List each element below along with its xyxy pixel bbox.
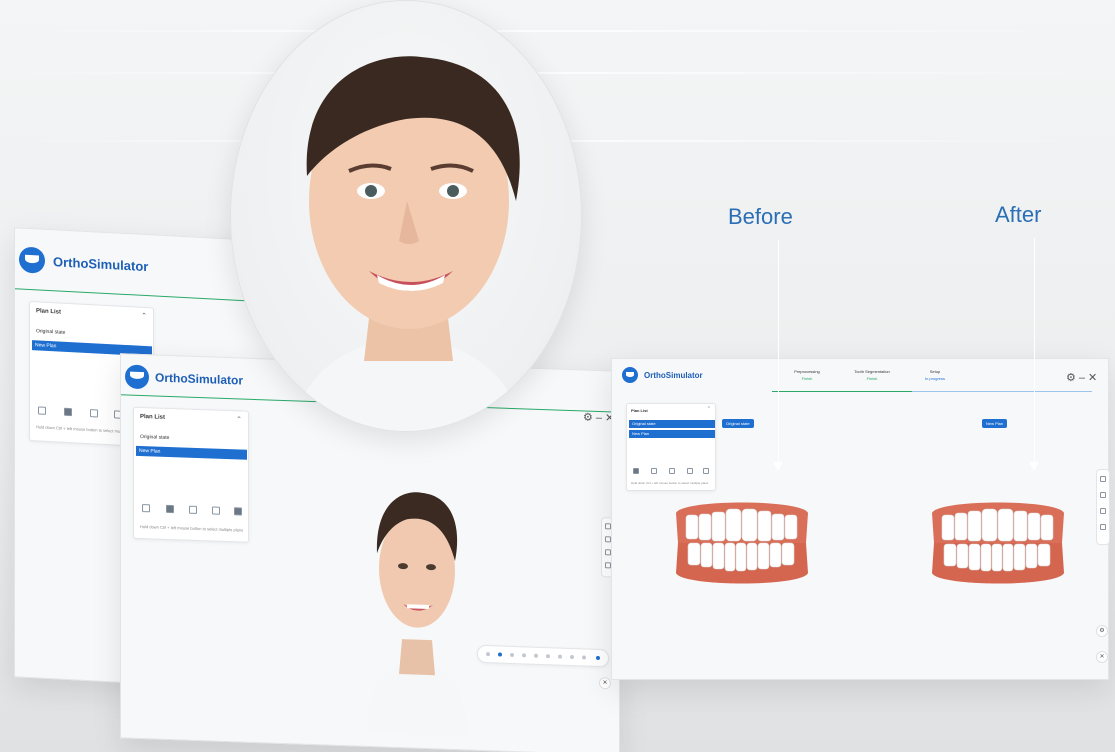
chevron-up-icon[interactable]: ⌃ xyxy=(141,312,147,320)
close-icon[interactable]: ✕ xyxy=(1096,651,1108,663)
app-title: OrthoSimulator xyxy=(155,370,244,388)
plan-list-panel: Plan List ⌃ Original state New Plan Hold… xyxy=(626,403,716,491)
step-tooth-segmentation[interactable]: Tooth Segmentation Finish xyxy=(842,369,902,381)
app-logo-icon xyxy=(622,367,638,383)
light-streak xyxy=(0,72,1115,74)
view-toolbar xyxy=(477,644,609,668)
view-button[interactable] xyxy=(558,654,562,659)
after-label: After xyxy=(995,202,1042,227)
before-arrow-head xyxy=(773,462,783,471)
grid-icon[interactable] xyxy=(1100,508,1106,514)
step-preprocessing[interactable]: Preprocessing Finish xyxy=(782,369,832,381)
app-logo-icon xyxy=(125,364,149,390)
tool-icon[interactable] xyxy=(687,468,693,474)
view-button[interactable] xyxy=(534,653,538,658)
minimize-icon[interactable]: – xyxy=(1079,372,1088,384)
plan-list-hint: Hold down Ctrl + left mouse button to se… xyxy=(140,523,244,533)
minimize-icon[interactable]: – xyxy=(596,412,605,424)
plan-item-original[interactable]: Original state xyxy=(629,420,715,428)
save-icon[interactable] xyxy=(166,504,174,514)
view-button[interactable] xyxy=(522,653,526,658)
delete-icon[interactable] xyxy=(703,468,709,474)
app-logo-icon xyxy=(19,246,45,274)
before-arrow-line xyxy=(778,240,779,462)
tooth-icon[interactable] xyxy=(1100,524,1106,530)
tool-icon[interactable] xyxy=(38,406,46,415)
teeth-model-before[interactable] xyxy=(672,499,812,587)
delete-icon[interactable] xyxy=(234,507,242,516)
window-controls[interactable]: ⚙–✕ xyxy=(1066,371,1100,384)
plan-list-hint: Hold down Ctrl + left mouse button to se… xyxy=(631,481,709,485)
close-icon[interactable]: ✕ xyxy=(599,676,611,690)
cloud-icon[interactable] xyxy=(669,468,675,474)
view-button[interactable] xyxy=(546,654,550,659)
after-arrow-line xyxy=(1034,238,1035,462)
view-button[interactable] xyxy=(582,655,586,660)
view-button[interactable] xyxy=(570,654,574,660)
view-button[interactable] xyxy=(596,655,600,661)
save-icon[interactable] xyxy=(64,407,72,417)
file-icon[interactable] xyxy=(1100,476,1106,482)
side-toolbar xyxy=(1096,469,1110,545)
new-plan-tag: New Plan xyxy=(982,419,1008,428)
view-button[interactable] xyxy=(498,652,502,657)
gear-icon[interactable]: ⚙ xyxy=(1096,625,1108,637)
gear-icon[interactable]: ⚙ xyxy=(1066,372,1079,384)
teeth-model-after[interactable] xyxy=(928,499,1068,587)
plan-item-original[interactable]: Original state xyxy=(36,328,65,336)
after-arrow-head xyxy=(1029,462,1039,471)
original-state-tag: Original state xyxy=(722,419,754,428)
view-button[interactable] xyxy=(486,652,490,657)
edit-icon[interactable] xyxy=(651,468,657,474)
chevron-up-icon[interactable]: ⌃ xyxy=(707,406,711,412)
cloud-icon[interactable] xyxy=(212,506,220,515)
plan-item-original[interactable]: Original state xyxy=(140,434,169,441)
portrait-face-image xyxy=(291,56,523,431)
layers-icon[interactable] xyxy=(1100,492,1106,498)
plan-item-new[interactable]: New Plan xyxy=(136,445,247,460)
app-title: OrthoSimulator xyxy=(53,254,149,275)
step-setup[interactable]: Setup In progress xyxy=(910,369,960,381)
app-title: OrthoSimulator xyxy=(644,371,703,380)
view-button[interactable] xyxy=(510,652,514,658)
portrait-circle xyxy=(230,0,582,432)
plan-item-new[interactable]: New Plan xyxy=(629,430,715,438)
plan-list-panel: Plan List ⌃ Original state New Plan Hold… xyxy=(133,406,249,543)
stepper-line-pending xyxy=(912,391,1092,392)
plan-list-title: Plan List xyxy=(36,308,62,316)
plan-list-title: Plan List xyxy=(631,408,648,413)
plan-list-title: Plan List xyxy=(140,413,166,421)
gear-icon[interactable]: ⚙ xyxy=(583,411,596,423)
before-label: Before xyxy=(728,204,793,229)
edit-icon[interactable] xyxy=(189,505,197,514)
light-streak xyxy=(0,30,1115,32)
save-icon[interactable] xyxy=(633,468,639,474)
tool-icon[interactable] xyxy=(142,504,150,513)
face-3d-model[interactable] xyxy=(347,432,487,737)
chevron-up-icon[interactable]: ⌃ xyxy=(236,415,242,423)
edit-icon[interactable] xyxy=(90,409,98,418)
close-icon[interactable]: ✕ xyxy=(1088,372,1100,384)
